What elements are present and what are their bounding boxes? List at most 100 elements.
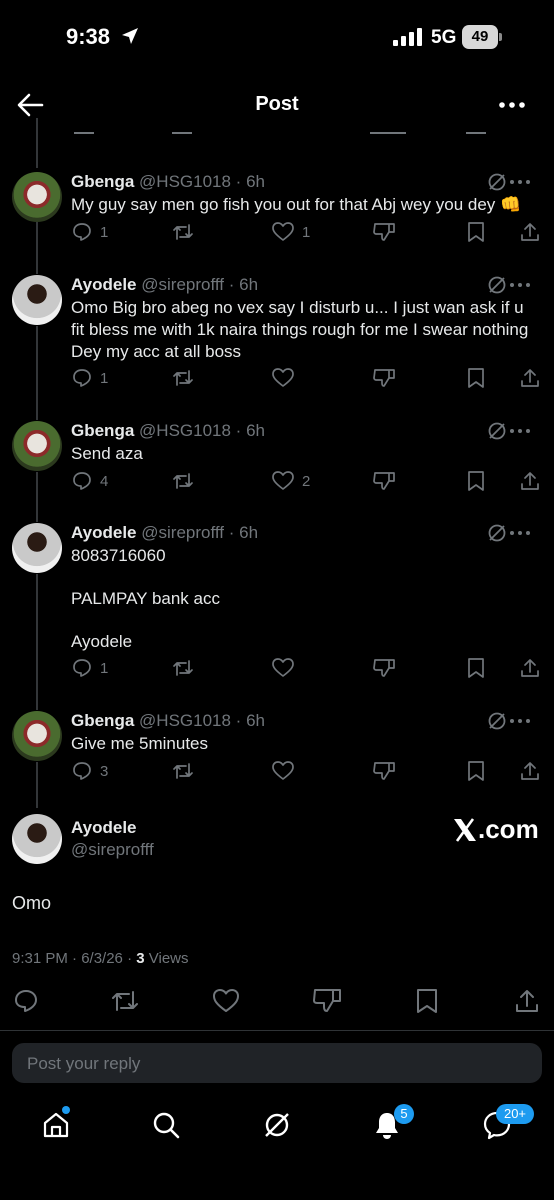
repost-button[interactable]: [172, 222, 202, 242]
x-logo-icon: [454, 817, 476, 842]
tweet-more-icon[interactable]: [508, 523, 532, 543]
like-button[interactable]: 2: [272, 471, 310, 491]
author-handle[interactable]: @sireprofff: [141, 523, 224, 542]
repost-button[interactable]: [172, 368, 202, 388]
reply-tweet[interactable]: Gbenga @HSG1018 · 6h My guy say men go f…: [0, 170, 554, 250]
reply-icon[interactable]: [13, 988, 39, 1014]
reply-icon: [73, 223, 91, 241]
bookmark-icon[interactable]: [467, 471, 485, 491]
messages-badge: 20+: [496, 1104, 534, 1124]
grok-icon[interactable]: [487, 421, 507, 441]
avatar[interactable]: [12, 172, 62, 222]
dislike-icon[interactable]: [313, 988, 341, 1014]
tweet-more-icon[interactable]: [508, 421, 532, 441]
author-name[interactable]: Ayodele: [71, 818, 137, 838]
dislike-icon[interactable]: [373, 222, 395, 242]
reply-tweet[interactable]: Gbenga @HSG1018 · 6h Send aza 4 2: [0, 419, 554, 499]
bookmark-icon[interactable]: [415, 988, 439, 1014]
avatar[interactable]: [12, 814, 62, 864]
grok-tab-icon[interactable]: [262, 1110, 292, 1140]
search-icon[interactable]: [151, 1110, 181, 1140]
dislike-icon[interactable]: [373, 761, 395, 781]
repost-icon: [173, 763, 193, 779]
author-name[interactable]: Ayodele: [71, 523, 137, 542]
more-options-icon[interactable]: [498, 92, 526, 118]
action-row: 4 2: [0, 471, 554, 495]
author-handle[interactable]: @HSG1018: [139, 421, 231, 440]
like-button[interactable]: 1: [272, 222, 310, 242]
tweet-text: Omo Big bro abeg no vex say I disturb u.…: [71, 298, 529, 361]
heart-icon: [272, 471, 294, 490]
author-handle[interactable]: @sireprofff: [71, 840, 154, 860]
reply-button[interactable]: 1: [72, 658, 108, 678]
like-button[interactable]: [272, 761, 302, 781]
reply-button[interactable]: 1: [72, 222, 108, 242]
tweet-age: 6h: [239, 275, 259, 294]
author-handle[interactable]: @HSG1018: [139, 711, 231, 730]
reply-button[interactable]: 4: [72, 471, 108, 491]
author-name[interactable]: Ayodele: [71, 275, 137, 294]
reply-input[interactable]: Post your reply: [12, 1043, 542, 1083]
home-notification-dot: [62, 1106, 70, 1114]
author-name[interactable]: Gbenga: [71, 711, 134, 730]
reply-tweet[interactable]: Gbenga @HSG1018 · 6h Give me 5minutes 3: [0, 709, 554, 789]
grok-icon[interactable]: [487, 523, 507, 543]
share-icon[interactable]: [520, 658, 540, 678]
share-icon[interactable]: [520, 368, 540, 388]
bookmark-icon[interactable]: [467, 658, 485, 678]
tweet-more-icon[interactable]: [508, 711, 532, 731]
heart-icon[interactable]: [212, 988, 240, 1014]
reply-button[interactable]: 1: [72, 368, 108, 388]
dislike-icon[interactable]: [373, 658, 395, 678]
reply-tweet[interactable]: Ayodele @sireprofff · 6h Omo Big bro abe…: [0, 273, 554, 398]
action-row: 3: [0, 761, 554, 785]
like-button[interactable]: [272, 368, 302, 388]
main-post-text: Omo: [12, 893, 52, 913]
author-handle[interactable]: @HSG1018: [139, 172, 231, 191]
reply-button[interactable]: 3: [72, 761, 108, 781]
tweet-more-icon[interactable]: [508, 275, 532, 295]
repost-button[interactable]: [172, 471, 202, 491]
repost-icon: [173, 370, 193, 386]
bookmark-icon[interactable]: [467, 222, 485, 242]
author-name[interactable]: Gbenga: [71, 172, 134, 191]
location-arrow-icon: [122, 28, 138, 44]
share-icon[interactable]: [520, 761, 540, 781]
repost-button[interactable]: [172, 761, 202, 781]
avatar[interactable]: [12, 275, 62, 325]
share-icon[interactable]: [520, 471, 540, 491]
reply-icon: [73, 472, 91, 490]
bookmark-icon[interactable]: [467, 368, 485, 388]
heart-icon: [272, 761, 294, 780]
dislike-icon[interactable]: [373, 368, 395, 388]
repost-button[interactable]: [172, 658, 202, 678]
grok-icon[interactable]: [487, 711, 507, 731]
grok-icon[interactable]: [487, 275, 507, 295]
share-icon[interactable]: [520, 222, 540, 242]
x-watermark: .com: [452, 814, 539, 845]
share-icon[interactable]: [514, 988, 540, 1014]
heart-icon: [272, 222, 294, 241]
grok-icon[interactable]: [487, 172, 507, 192]
dislike-icon[interactable]: [373, 471, 395, 491]
reply-icon: [73, 659, 91, 677]
repost-icon: [173, 473, 193, 489]
action-row: 1 1: [0, 222, 554, 246]
tweet-text: Send aza: [71, 444, 143, 463]
like-button[interactable]: [272, 658, 302, 678]
avatar[interactable]: [12, 523, 62, 573]
views-label[interactable]: Views: [149, 950, 189, 967]
author-name[interactable]: Gbenga: [71, 421, 134, 440]
tweet-text: 8083716060 PALMPAY bank acc Ayodele: [71, 545, 531, 653]
divider: [0, 1030, 554, 1031]
reply-tweet[interactable]: Ayodele @sireprofff · 6h 8083716060 PALM…: [0, 521, 554, 691]
avatar[interactable]: [12, 711, 62, 761]
tweet-more-icon[interactable]: [508, 172, 532, 192]
network-type: 5G: [431, 27, 457, 48]
bookmark-icon[interactable]: [467, 761, 485, 781]
repost-icon[interactable]: [111, 988, 139, 1014]
reply-placeholder[interactable]: Post your reply: [27, 1054, 140, 1074]
author-handle[interactable]: @sireprofff: [141, 275, 224, 294]
home-icon[interactable]: [41, 1110, 71, 1140]
avatar[interactable]: [12, 421, 62, 471]
